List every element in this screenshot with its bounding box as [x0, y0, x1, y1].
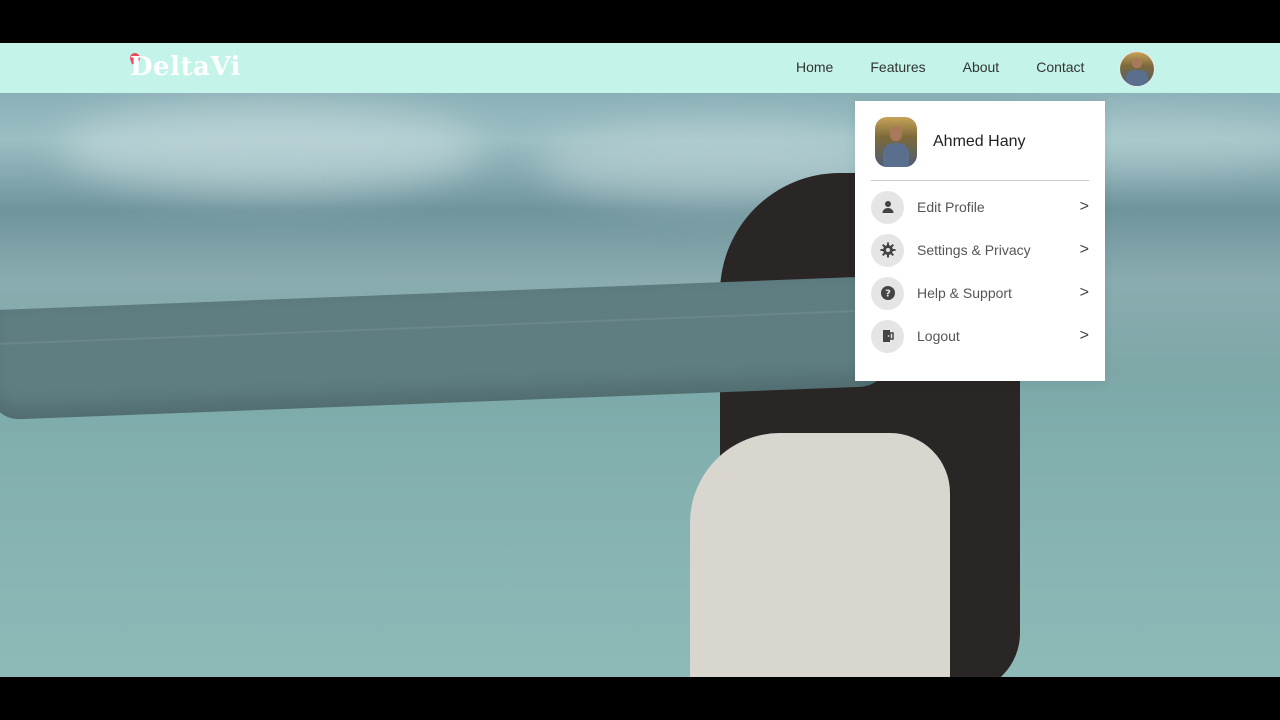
navbar: DeltaVi Home Features About Contact: [0, 43, 1280, 93]
ocean-shape: [0, 383, 1280, 677]
brand-logo[interactable]: DeltaVi: [130, 52, 241, 82]
nav-link-features[interactable]: Features: [870, 59, 925, 75]
user-name: Ahmed Hany: [933, 133, 1026, 150]
nav-links: Home Features About Contact: [796, 59, 1084, 75]
cloud-shape: [60, 103, 480, 193]
menu-item-label: Help & Support: [917, 285, 1012, 301]
chevron-right-icon: >: [1079, 241, 1089, 258]
chevron-right-icon: >: [1079, 198, 1089, 215]
letterbox-bottom: [0, 677, 1280, 720]
chevron-right-icon: >: [1079, 327, 1089, 344]
web-page: DeltaVi Home Features About Contact Ahme…: [0, 43, 1280, 677]
menu-item-label: Settings & Privacy: [917, 242, 1031, 258]
letterbox-top: [0, 0, 1280, 43]
logout-icon: [871, 319, 904, 353]
help-icon: ?: [871, 276, 904, 310]
chevron-right-icon: >: [1079, 284, 1089, 301]
gear-icon: [871, 233, 904, 267]
profile-avatar-button[interactable]: [1119, 51, 1155, 87]
menu-divider: [871, 180, 1089, 181]
menu-item-logout[interactable]: Logout >: [871, 319, 1089, 353]
menu-item-help-support[interactable]: ? Help & Support >: [871, 276, 1089, 310]
menu-item-label: Logout: [917, 328, 960, 344]
user-icon: [871, 190, 904, 224]
user-avatar: [875, 117, 917, 167]
nav-link-about[interactable]: About: [963, 59, 1000, 75]
menu-item-settings-privacy[interactable]: Settings & Privacy >: [871, 233, 1089, 267]
menu-item-edit-profile[interactable]: Edit Profile >: [871, 190, 1089, 224]
nav-link-contact[interactable]: Contact: [1036, 59, 1084, 75]
user-info: Ahmed Hany: [875, 117, 1026, 167]
menu-item-label: Edit Profile: [917, 199, 985, 215]
avatar: [1120, 52, 1154, 86]
person-coat-shape: [690, 433, 950, 677]
profile-dropdown-menu: Ahmed Hany Edit Profile > Settings & Pri…: [855, 101, 1105, 381]
nav-link-home[interactable]: Home: [796, 59, 833, 75]
svg-text:?: ?: [885, 289, 891, 300]
